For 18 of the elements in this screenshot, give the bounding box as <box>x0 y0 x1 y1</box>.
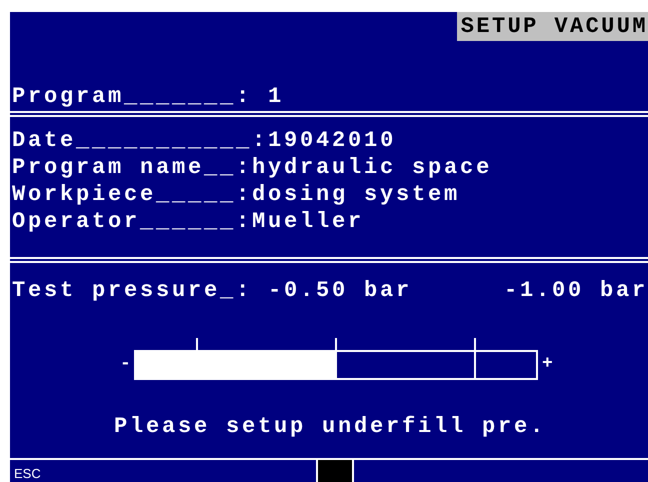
field-value: :19042010 <box>252 127 396 154</box>
field-label: Test pressure_ <box>12 277 236 304</box>
field-value: :Mueller <box>236 208 364 235</box>
field-label: Date___________ <box>12 127 252 154</box>
field-value: :hydraulic space <box>236 154 492 181</box>
esc-key-label[interactable]: ESC <box>10 460 45 482</box>
field-label: Workpiece_____ <box>12 181 236 208</box>
minus-sign: - <box>120 354 132 376</box>
limit-value: -1.00 bar <box>504 277 648 304</box>
status-message: Please setup underfill pre. <box>114 414 546 439</box>
field-value: :dosing system <box>236 181 460 208</box>
field-value: : 1 <box>236 83 284 110</box>
field-label: Program_______ <box>12 83 236 110</box>
field-label: Program name__ <box>12 154 236 181</box>
field-value: : -0.50 bar <box>236 277 412 304</box>
screen-title: SETUP VACUUM <box>456 12 648 41</box>
field-label: Operator______ <box>12 208 236 235</box>
plus-sign: + <box>542 354 554 376</box>
